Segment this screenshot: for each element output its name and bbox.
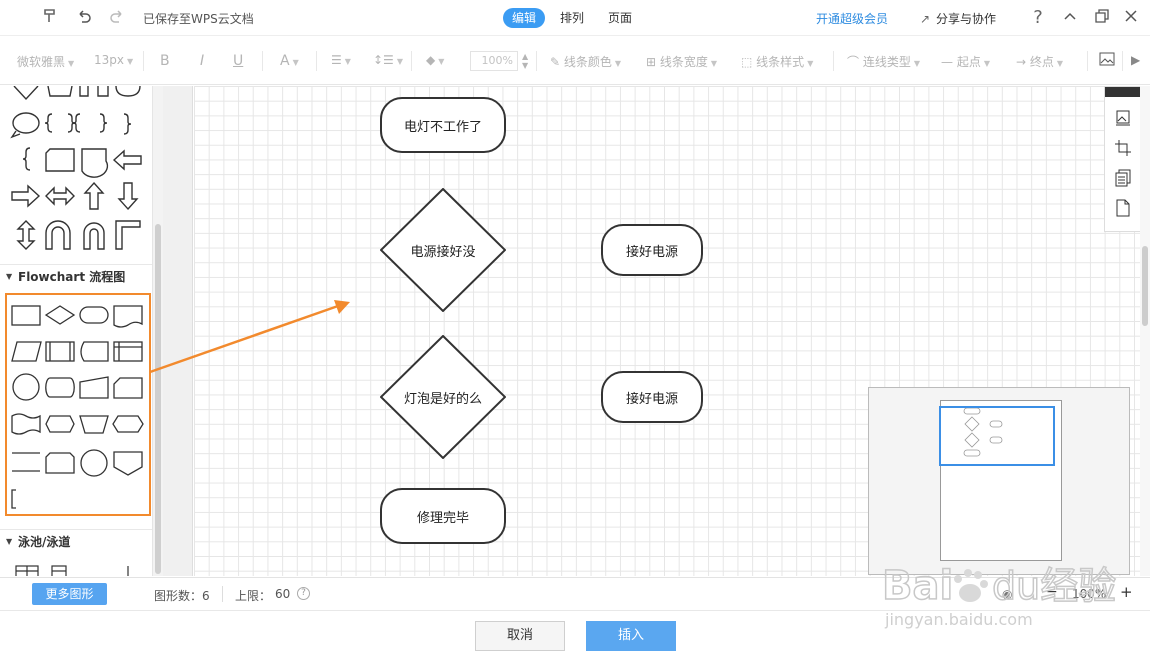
help-circle-icon[interactable]: ? xyxy=(297,587,310,600)
limit-label: 上限： xyxy=(235,589,272,603)
zoom-in-icon[interactable]: + xyxy=(1120,583,1133,601)
annotation-arrow xyxy=(149,300,350,374)
shape-count: 图形数：6 xyxy=(154,589,210,603)
more-shapes-button[interactable]: 更多图形 xyxy=(32,583,107,605)
eye-icon[interactable]: ◉ xyxy=(1002,587,1012,601)
status-bar: 更多图形 图形数：6 上限： 60 ? ◉ − 100% + xyxy=(0,577,1150,609)
zoom-out-icon[interactable]: − xyxy=(1046,584,1058,600)
dialog-footer: 取消 插入 xyxy=(0,610,1150,658)
zoom-level: 100% xyxy=(1072,587,1107,601)
limit-value: 60 xyxy=(275,587,291,601)
insert-button[interactable]: 插入 xyxy=(586,621,676,651)
cancel-button[interactable]: 取消 xyxy=(475,621,565,651)
